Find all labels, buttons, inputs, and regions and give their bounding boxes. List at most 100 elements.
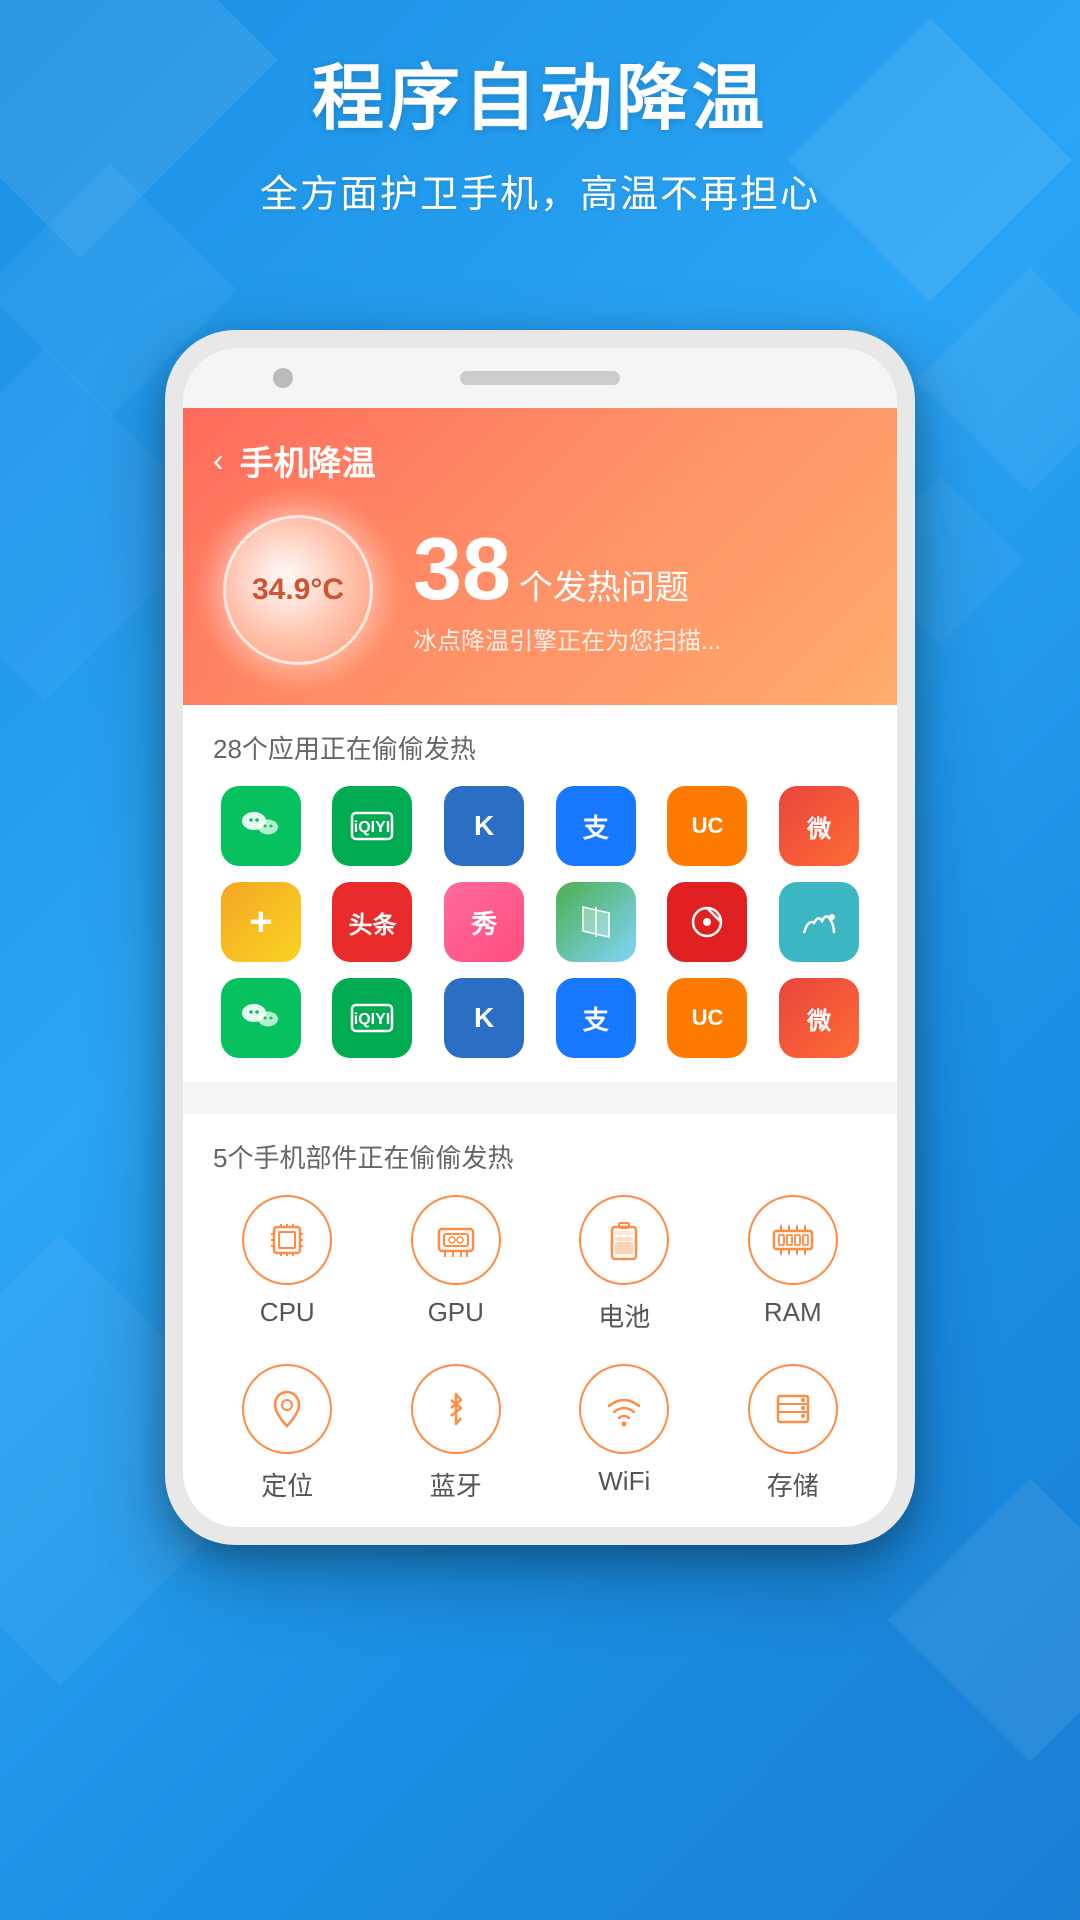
bluetooth-icon-circle <box>411 1364 501 1454</box>
list-item[interactable]: K <box>436 786 532 866</box>
app-icon-netease <box>667 882 747 962</box>
header-area: 程序自动降温 全方面护卫手机，高温不再担心 <box>0 60 1080 218</box>
wifi-icon <box>599 1384 649 1434</box>
location-icon-circle <box>242 1364 332 1454</box>
phone-speaker <box>460 371 620 385</box>
hardware-item-gpu[interactable]: GPU <box>382 1195 531 1334</box>
list-item[interactable]: 微 <box>771 978 867 1058</box>
wifi-label: WiFi <box>598 1466 650 1497</box>
app-icon-toutiao: 头条 <box>332 882 412 962</box>
app-icon-iqiyi: iQIYI <box>332 786 412 866</box>
bluetooth-label: 蓝牙 <box>430 1466 482 1503</box>
list-item[interactable]: UC <box>660 978 756 1058</box>
list-item[interactable]: 头条 <box>325 882 421 962</box>
app-icon-uc: UC <box>667 786 747 866</box>
list-item[interactable]: 微 <box>771 786 867 866</box>
wifi-icon-circle <box>579 1364 669 1454</box>
hardware-item-cpu[interactable]: CPU <box>213 1195 362 1334</box>
hardware-item-bluetooth[interactable]: 蓝牙 <box>382 1364 531 1503</box>
app-icon-wechat <box>221 786 301 866</box>
cpu-label: CPU <box>260 1297 315 1328</box>
cpu-icon-circle <box>242 1195 332 1285</box>
apps-grid-row2: + 头条 秀 <box>213 882 867 962</box>
header-subtitle: 全方面护卫手机，高温不再担心 <box>0 163 1080 218</box>
hardware-grid-row2: 定位 蓝牙 <box>213 1364 867 1503</box>
heat-description: 冰点降温引擎正在为您扫描... <box>413 621 867 656</box>
phone-container: ‹ 手机降温 34.9°C <box>165 330 915 1545</box>
apps-grid-row1: iQIYI K 支 UC 微 <box>213 786 867 866</box>
hardware-grid-row1: CPU <box>213 1195 867 1334</box>
bg-diamond-6 <box>889 1479 1080 1762</box>
svg-text:iQIYI: iQIYI <box>354 819 390 836</box>
apps-section-label: 28个应用正在偷偷发热 <box>213 729 867 766</box>
list-item[interactable]: UC <box>660 786 756 866</box>
location-label: 定位 <box>261 1466 313 1503</box>
temperature-circle: 34.9°C <box>223 515 373 665</box>
list-item[interactable]: 秀 <box>436 882 532 962</box>
hardware-item-storage[interactable]: 存储 <box>719 1364 868 1503</box>
location-icon <box>262 1384 312 1434</box>
ram-icon-circle <box>748 1195 838 1285</box>
storage-icon <box>768 1384 818 1434</box>
bluetooth-icon <box>431 1384 481 1434</box>
section-separator <box>183 1082 897 1098</box>
list-item[interactable] <box>660 882 756 962</box>
apps-section: 28个应用正在偷偷发热 iQIYI <box>183 705 897 1082</box>
hardware-item-location[interactable]: 定位 <box>213 1364 362 1503</box>
cpu-icon <box>262 1215 312 1265</box>
hardware-item-ram[interactable]: RAM <box>719 1195 868 1334</box>
app-icon-kuwo2: K <box>444 978 524 1058</box>
list-item[interactable]: iQIYI <box>325 978 421 1058</box>
app-icon-weibo: 微 <box>779 786 859 866</box>
heat-count-row: 38 个发热问题 <box>413 525 867 613</box>
app-icon-uc2: UC <box>667 978 747 1058</box>
app-icon-alipay2: 支 <box>556 978 636 1058</box>
app-icon-camel <box>779 882 859 962</box>
temperature-circle-container: 34.9°C <box>213 505 383 675</box>
battery-icon-circle <box>579 1195 669 1285</box>
apps-grid-row3: iQIYI K 支 UC 微 <box>213 978 867 1058</box>
app-header: ‹ 手机降温 34.9°C <box>183 408 897 705</box>
ram-label: RAM <box>764 1297 822 1328</box>
list-item[interactable] <box>213 786 309 866</box>
hardware-section-label: 5个手机部件正在偷偷发热 <box>213 1138 867 1175</box>
app-header-top: ‹ 手机降温 <box>213 436 867 485</box>
gpu-icon <box>431 1215 481 1265</box>
bg-diamond-4 <box>917 267 1080 493</box>
list-item[interactable]: K <box>436 978 532 1058</box>
heat-unit: 个发热问题 <box>519 560 689 609</box>
app-icon-weibo2: 微 <box>779 978 859 1058</box>
list-item[interactable]: 支 <box>548 786 644 866</box>
svg-text:iQIYI: iQIYI <box>354 1011 390 1028</box>
temperature-value: 34.9°C <box>252 573 344 607</box>
app-icon-xiu: 秀 <box>444 882 524 962</box>
list-item[interactable] <box>548 882 644 962</box>
list-item[interactable]: iQIYI <box>325 786 421 866</box>
storage-label: 存储 <box>767 1466 819 1503</box>
list-item[interactable] <box>213 978 309 1058</box>
battery-label: 电池 <box>598 1297 650 1334</box>
phone-outer: ‹ 手机降温 34.9°C <box>165 330 915 1545</box>
phone-notch <box>183 348 897 408</box>
app-screen: ‹ 手机降温 34.9°C <box>183 408 897 1527</box>
app-header-content: 34.9°C 38 个发热问题 冰点降温引擎正在为您扫描... <box>213 505 867 675</box>
gpu-icon-circle <box>411 1195 501 1285</box>
gpu-label: GPU <box>428 1297 484 1328</box>
app-icon-alipay: 支 <box>556 786 636 866</box>
hardware-item-battery[interactable]: 电池 <box>550 1195 699 1334</box>
phone-inner: ‹ 手机降温 34.9°C <box>183 348 897 1527</box>
app-screen-title: 手机降温 <box>240 436 376 485</box>
app-icon-iqiyi2: iQIYI <box>332 978 412 1058</box>
app-icon-maps <box>556 882 636 962</box>
list-item[interactable]: 支 <box>548 978 644 1058</box>
back-icon[interactable]: ‹ <box>213 442 224 479</box>
list-item[interactable] <box>771 882 867 962</box>
heat-number: 38 <box>413 525 511 613</box>
list-item[interactable]: + <box>213 882 309 962</box>
ram-icon <box>768 1215 818 1265</box>
hardware-item-wifi[interactable]: WiFi <box>550 1364 699 1503</box>
header-title: 程序自动降温 <box>0 60 1080 139</box>
storage-icon-circle <box>748 1364 838 1454</box>
app-icon-wechat2 <box>221 978 301 1058</box>
hardware-section: 5个手机部件正在偷偷发热 <box>183 1114 897 1527</box>
